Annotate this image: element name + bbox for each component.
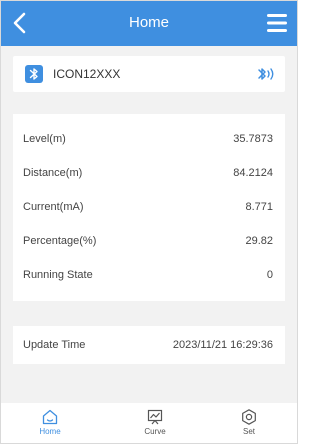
update-time-label: Update Time — [23, 339, 86, 351]
settings-icon — [242, 409, 256, 425]
measurements-card: Level(m) 35.7873 Distance(m) 84.2124 Cur… — [13, 114, 285, 301]
data-row-current: Current(mA) 8.771 — [13, 192, 285, 222]
bottom-nav: Home Curve Set — [1, 403, 297, 443]
data-value: 35.7873 — [233, 133, 273, 145]
nav-item-curve[interactable]: Curve — [125, 405, 185, 443]
nav-item-home[interactable]: Home — [20, 405, 80, 443]
data-row-distance: Distance(m) 84.2124 — [13, 158, 285, 188]
data-label: Current(mA) — [23, 201, 84, 213]
header-bar: Home — [1, 1, 297, 46]
data-row-level: Level(m) 35.7873 — [13, 124, 285, 154]
nav-label: Curve — [144, 427, 166, 436]
data-label: Percentage(%) — [23, 235, 97, 247]
nav-item-set[interactable]: Set — [219, 405, 279, 443]
data-row-running-state: Running State 0 — [13, 260, 285, 290]
data-value: 0 — [266, 269, 273, 281]
page-title: Home — [128, 14, 169, 31]
data-label: Level(m) — [23, 133, 66, 145]
data-value: 84.2124 — [233, 167, 273, 179]
data-value: 8.771 — [245, 201, 273, 213]
hamburger-icon — [267, 14, 287, 32]
nav-label: Set — [242, 427, 255, 436]
bluetooth-icon — [25, 65, 43, 83]
bluetooth-signal-icon — [258, 68, 274, 80]
data-label: Running State — [23, 269, 93, 281]
data-label: Distance(m) — [23, 167, 83, 179]
nav-label: Home — [39, 427, 61, 436]
device-row[interactable]: ICON12XXX — [13, 56, 285, 92]
app-frame: Home ICON12XXX Level(m) 35.7873 Distance… — [0, 0, 298, 444]
update-time-row: Update Time 2023/11/21 16:29:36 — [13, 326, 285, 364]
data-value: 29.82 — [245, 235, 273, 247]
data-row-percentage: Percentage(%) 29.82 — [13, 226, 285, 256]
bluetooth-connect-button[interactable] — [255, 64, 277, 84]
update-time-value: 2023/11/21 16:29:36 — [172, 339, 273, 351]
chart-icon — [147, 409, 163, 425]
device-name: ICON12XXX — [53, 67, 121, 81]
home-icon — [42, 409, 58, 425]
menu-button[interactable] — [265, 12, 289, 34]
